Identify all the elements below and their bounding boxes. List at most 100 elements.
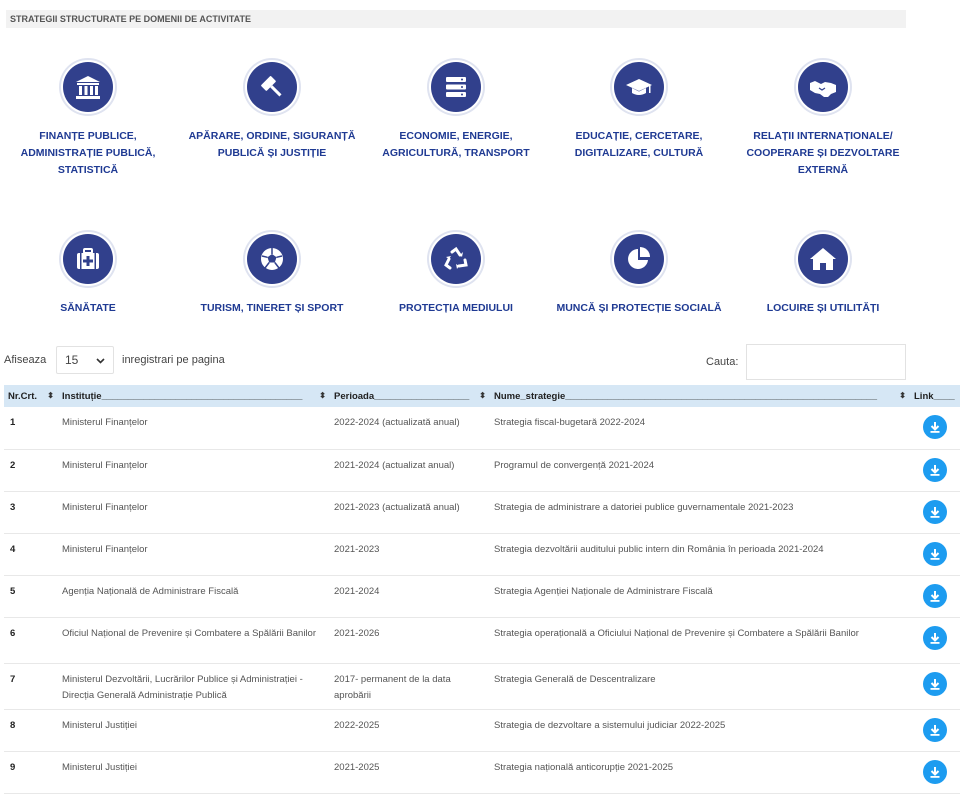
- row-number: 2: [4, 449, 58, 492]
- recycle-icon: [431, 234, 481, 284]
- strategy-name-cell: Strategia națională anticorupție 2021-20…: [490, 751, 910, 794]
- sort-icon: ⬍: [47, 390, 54, 400]
- link-cell: [910, 533, 960, 576]
- period-cell: 2017- permanent de la data aprobării: [330, 663, 490, 710]
- pie-chart-icon: [614, 234, 664, 284]
- strategy-name-cell: Strategia Agenției Naționale de Administ…: [490, 575, 910, 618]
- table-row: 1 Ministerul Finanțelor 2022-2024 (actuali…: [4, 407, 960, 450]
- category-aparare[interactable]: APĂRARE, ORDINE, SIGURANȚĂ PUBLICĂ ȘI JU…: [182, 62, 362, 162]
- row-number: 4: [4, 533, 58, 576]
- download-icon[interactable]: [923, 759, 947, 784]
- header-institutie[interactable]: Instituție______________________________…: [58, 385, 330, 407]
- category-label: LOCUIRE ȘI UTILITĂȚI: [766, 302, 880, 314]
- institution-cell: Ministerul Finanțelor: [58, 407, 330, 450]
- institution-cell: Oficiul Național de Prevenire și Combate…: [58, 617, 330, 664]
- category-munca[interactable]: MUNCĂ ȘI PROTECȚIE SOCIALĂ: [549, 234, 729, 317]
- download-icon[interactable]: [923, 625, 947, 650]
- category-label: TURISM, TINERET ȘI SPORT: [200, 302, 344, 314]
- table-row: 7 Ministerul Dezvoltării, Lucrărilor Publ…: [4, 663, 960, 710]
- institution-cell: Ministerul Finanțelor: [58, 533, 330, 576]
- sort-icon: ⬍: [899, 390, 906, 400]
- category-relatii[interactable]: RELAȚII INTERNAȚIONALE/ COOPERARE ȘI DEZ…: [733, 62, 913, 179]
- category-label: RELAȚII INTERNAȚIONALE/ COOPERARE ȘI DEZ…: [746, 130, 900, 176]
- strategies-table: Nr.Crt. ⬍ Instituție_____________________…: [4, 385, 960, 794]
- category-label: EDUCAȚIE, CERCETARE, DIGITALIZARE, CULTU…: [574, 130, 704, 159]
- download-icon[interactable]: [923, 541, 947, 566]
- show-label: Afiseaza: [4, 354, 47, 366]
- category-economie[interactable]: ECONOMIE, ENERGIE, AGRICULTURĂ, TRANSPOR…: [366, 62, 546, 162]
- page-size-select[interactable]: 15: [56, 346, 114, 374]
- row-number: 8: [4, 709, 58, 752]
- section-title: STRATEGII STRUCTURATE PE DOMENII DE ACTI…: [6, 10, 906, 28]
- link-cell: [910, 663, 960, 710]
- table-row: 9 Ministerul Justiției 2021-2025 Strategia …: [4, 751, 960, 794]
- soccer-ball-icon: [247, 234, 297, 284]
- category-locuire[interactable]: LOCUIRE ȘI UTILITĂȚI: [733, 234, 913, 317]
- graduation-cap-icon: [614, 62, 664, 112]
- strategy-name-cell: Strategia dezvoltării auditului public i…: [490, 533, 910, 576]
- category-turism[interactable]: TURISM, TINERET ȘI SPORT: [182, 234, 362, 317]
- table-row: 2 Ministerul Finanțelor 2021-2024 (actuali…: [4, 449, 960, 492]
- category-label: FINANȚE PUBLICE, ADMINISTRAȚIE PUBLICĂ, …: [20, 130, 156, 176]
- chevron-down-icon: [96, 353, 105, 367]
- period-cell: 2021-2023 (actualizată anual): [330, 491, 490, 534]
- category-label: MUNCĂ ȘI PROTECȚIE SOCIALĂ: [556, 302, 722, 314]
- row-number: 5: [4, 575, 58, 618]
- link-cell: [910, 575, 960, 618]
- category-sanatate[interactable]: SĂNĂTATE: [0, 234, 178, 317]
- institution-cell: Ministerul Justiției: [58, 709, 330, 752]
- period-cell: 2021-2024: [330, 575, 490, 618]
- server-icon: [431, 62, 481, 112]
- institution-cell: Ministerul Finanțelor: [58, 491, 330, 534]
- row-number: 7: [4, 663, 58, 710]
- institution-cell: Ministerul Justiției: [58, 751, 330, 794]
- table-row: 4 Ministerul Finanțelor 2021-2023 Strategia…: [4, 533, 960, 576]
- period-cell: 2021-2026: [330, 617, 490, 664]
- strategy-name-cell: Strategia Generală de Descentralizare: [490, 663, 910, 710]
- institution-cell: Agenția Națională de Administrare Fiscal…: [58, 575, 330, 618]
- table-controls: Afiseaza 15 inregistrari pe pagina Cauta…: [0, 344, 960, 380]
- download-icon[interactable]: [923, 671, 947, 696]
- category-label: PROTECȚIA MEDIULUI: [399, 302, 513, 314]
- bank-icon: [63, 62, 113, 112]
- download-icon[interactable]: [923, 717, 947, 742]
- download-icon[interactable]: [923, 457, 947, 482]
- table-header-row: Nr.Crt. ⬍ Instituție_____________________…: [4, 385, 960, 407]
- period-cell: 2022-2024 (actualizată anual): [330, 407, 490, 450]
- row-number: 9: [4, 751, 58, 794]
- header-link: Link____: [910, 385, 960, 407]
- gavel-icon: [247, 62, 297, 112]
- category-finante[interactable]: FINANȚE PUBLICE, ADMINISTRAȚIE PUBLICĂ, …: [0, 62, 178, 179]
- link-cell: [910, 407, 960, 450]
- category-label: SĂNĂTATE: [60, 302, 116, 314]
- search-input[interactable]: [746, 344, 906, 380]
- download-icon[interactable]: [923, 583, 947, 608]
- table-row: 3 Ministerul Finanțelor 2021-2023 (actuali…: [4, 491, 960, 534]
- header-nr[interactable]: Nr.Crt. ⬍: [4, 385, 58, 407]
- row-number: 6: [4, 617, 58, 664]
- institution-cell: Ministerul Finanțelor: [58, 449, 330, 492]
- search-label: Cauta:: [706, 356, 739, 368]
- handshake-icon: [798, 62, 848, 112]
- category-label: ECONOMIE, ENERGIE, AGRICULTURĂ, TRANSPOR…: [382, 130, 530, 159]
- link-cell: [910, 751, 960, 794]
- strategy-name-cell: Strategia fiscal-bugetară 2022-2024: [490, 407, 910, 450]
- sort-icon: ⬍: [479, 390, 486, 400]
- category-educatie[interactable]: EDUCAȚIE, CERCETARE, DIGITALIZARE, CULTU…: [549, 62, 729, 162]
- download-icon[interactable]: [923, 499, 947, 524]
- sort-icon: ⬍: [319, 390, 326, 400]
- link-cell: [910, 709, 960, 752]
- header-perioada[interactable]: Perioada__________________ ⬍: [330, 385, 490, 407]
- medkit-icon: [63, 234, 113, 284]
- category-protectia-mediului[interactable]: PROTECȚIA MEDIULUI: [366, 234, 546, 317]
- header-nume-strategie[interactable]: Nume_strategie__________________________…: [490, 385, 910, 407]
- records-per-page-label: inregistrari pe pagina: [122, 354, 225, 366]
- download-icon[interactable]: [923, 415, 947, 439]
- strategy-name-cell: Strategia de dezvoltare a sistemului jud…: [490, 709, 910, 752]
- row-number: 3: [4, 491, 58, 534]
- period-cell: 2021-2025: [330, 751, 490, 794]
- table-body: 1 Ministerul Finanțelor 2022-2024 (actuali…: [4, 407, 960, 794]
- category-label: APĂRARE, ORDINE, SIGURANȚĂ PUBLICĂ ȘI JU…: [188, 130, 356, 159]
- table-row: 8 Ministerul Justiției 2022-2025 Strategia …: [4, 709, 960, 752]
- institution-cell: Ministerul Dezvoltării, Lucrărilor Publi…: [58, 663, 330, 710]
